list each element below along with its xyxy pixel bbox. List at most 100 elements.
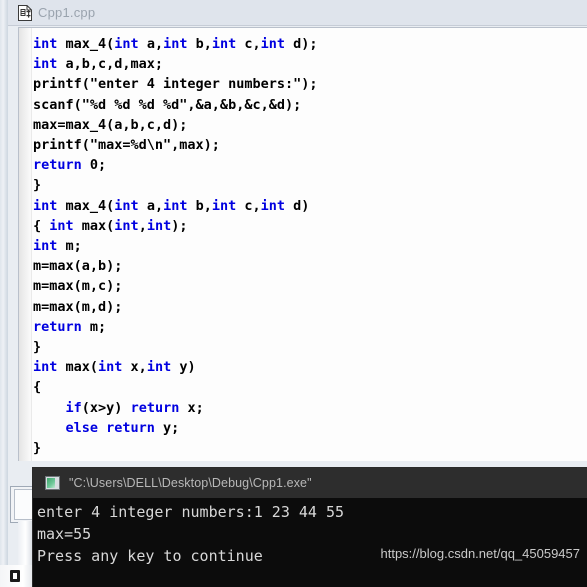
code-keyword: int [33,36,58,52]
tab-cpp1-cpp[interactable]: Cpp1.cpp [12,0,106,25]
code-token: max( [57,359,99,376]
code-line: return 0; [33,155,587,175]
code-token: m=max(m,c); [33,278,123,295]
code-line: int max(int x,int y) [33,357,587,377]
code-keyword: return [33,318,82,335]
code-keyword: int [49,217,74,234]
window-frame-decoration-strip [18,521,34,567]
code-keyword: int [211,197,237,214]
code-token: scanf("%d %d %d %d",&a,&b,&c,&d); [33,96,302,113]
code-token: x; [179,399,204,416]
code-keyword: int [211,36,237,52]
code-token: a, [138,36,164,52]
cpp-file-icon [18,4,32,21]
code-keyword: if [65,399,82,416]
code-token: b, [187,36,212,52]
code-keyword: int [33,56,58,73]
code-token: d); [285,36,318,52]
console-output[interactable]: enter 4 integer numbers:1 23 44 55 max=55… [33,498,587,587]
code-token: printf("max=%d\n",max); [33,137,220,154]
code-token: printf("enter 4 integer numbers:"); [33,76,318,93]
code-line: int m; [33,236,587,256]
code-token: } [33,440,42,457]
code-token: , [138,217,147,234]
code-editor[interactable]: int max_4(int a,int b,int c,int d); int a… [18,27,587,461]
code-keyword: int [98,359,123,376]
code-line: else return y; [33,418,587,438]
code-token: x, [122,359,147,376]
code-token: y; [154,419,180,436]
code-text[interactable]: int max_4(int a,int b,int c,int d); int a… [33,34,587,458]
code-line: } [33,337,587,357]
code-token: c, [236,197,261,214]
code-keyword: int [146,217,172,234]
editor-gutter [19,28,32,461]
console-window[interactable]: "C:\Users\DELL\Desktop\Debug\Cpp1.exe" e… [33,468,587,587]
code-keyword: return [130,399,180,416]
screenshot-root: Cpp1.cpp int max_4(int a,int b,int c,int… [0,0,587,587]
code-keyword: int [260,36,286,52]
code-token: b, [187,197,212,214]
code-token: m=max(a,b); [33,258,123,275]
code-token: c, [236,36,261,52]
code-keyword: int [260,197,286,214]
code-token: { [33,217,50,234]
window-frame-decoration-inner [14,489,35,520]
code-token: d) [285,197,310,214]
code-keyword: int [114,217,139,234]
code-line: int max_4(int a,int b,int c,int d) [33,196,587,216]
code-line: } [33,175,587,195]
code-token: } [33,339,42,356]
code-line: } [33,438,587,458]
code-token: m=max(m,d); [33,298,123,315]
console-title-bar[interactable]: "C:\Users\DELL\Desktop\Debug\Cpp1.exe" [33,468,587,498]
code-line: m=max(m,d); [33,297,587,317]
code-line: printf("max=%d\n",max); [33,135,587,155]
watermark-url: https://blog.csdn.net/qq_45059457 [380,546,581,561]
code-keyword: int [33,359,58,376]
code-line: int max_4(int a,int b,int c,int d); [33,34,587,54]
console-line: max=55 [37,525,92,543]
code-line: m=max(a,b); [33,256,587,276]
code-keyword: int [163,197,188,214]
code-token: m; [81,318,107,335]
code-token: ); [171,217,188,234]
code-line: scanf("%d %d %d %d",&a,&b,&c,&d); [33,95,587,115]
code-token: max=max_4(a,b,c,d); [33,116,188,133]
code-token: (x>y) [81,399,131,416]
code-line: max=max_4(a,b,c,d); [33,115,587,135]
console-window-icon [45,476,60,490]
console-title-text: "C:\Users\DELL\Desktop\Debug\Cpp1.exe" [69,476,312,490]
code-token: } [33,177,42,194]
window-left-chrome [0,0,8,587]
code-line: printf("enter 4 integer numbers:"); [33,74,587,94]
code-keyword: else return [65,419,155,436]
code-keyword: int [33,197,58,214]
code-token: m; [57,238,82,255]
code-token: 0; [81,157,107,174]
code-token: a, [138,197,164,214]
code-line: { int max(int,int); [33,216,587,236]
code-line: return m; [33,317,587,337]
taskbar-nub [0,565,33,587]
code-line: { [33,377,587,397]
editor-tab-strip: Cpp1.cpp [8,0,587,26]
code-keyword: int [114,36,139,52]
code-token: max( [73,217,115,234]
code-keyword: int [33,238,58,255]
code-keyword: return [33,157,82,174]
code-token: y) [171,359,196,376]
code-line: if(x>y) return x; [33,398,587,418]
app-icon[interactable] [10,570,20,582]
console-line: enter 4 integer numbers:1 23 44 55 [37,503,345,521]
code-token: max_4( [57,197,115,214]
tab-label: Cpp1.cpp [38,5,96,20]
code-line: int a,b,c,d,max; [33,54,587,74]
code-keyword: int [163,36,188,52]
code-token: max_4( [57,36,115,52]
code-keyword: int [146,359,172,376]
code-keyword: int [114,197,139,214]
code-line: m=max(m,c); [33,276,587,296]
